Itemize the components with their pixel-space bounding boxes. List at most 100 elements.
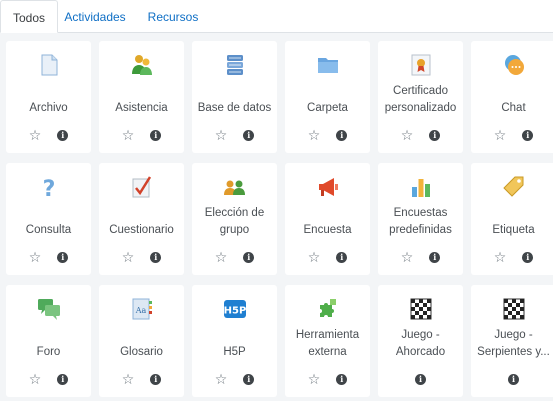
module-card-chat[interactable]: Chat ☆ i <box>471 41 553 153</box>
star-icon[interactable]: ☆ <box>494 127 507 143</box>
module-label: Glosario <box>120 346 163 358</box>
info-icon[interactable]: i <box>336 373 348 385</box>
info-icon[interactable]: i <box>57 373 69 385</box>
star-icon[interactable]: ☆ <box>401 127 414 143</box>
module-label: Asistencia <box>115 102 168 114</box>
module-card-cuestionario[interactable]: Cuestionario ☆ i <box>99 163 184 275</box>
module-card-consulta[interactable]: ? Consulta ☆ i <box>6 163 91 275</box>
info-icon[interactable]: i <box>150 129 162 141</box>
star-icon[interactable]: ☆ <box>215 249 228 265</box>
star-icon[interactable]: ☆ <box>122 249 135 265</box>
module-label: Certificado personalizado <box>384 85 457 114</box>
module-label: Cuestionario <box>109 224 174 236</box>
module-actions: ☆ i <box>285 371 370 387</box>
info-icon[interactable]: i <box>429 129 441 141</box>
module-card-foro[interactable]: Foro ☆ i <box>6 285 91 397</box>
info-icon[interactable]: i <box>415 373 426 385</box>
tab-recursos[interactable]: Recursos <box>140 0 206 33</box>
info-icon[interactable]: i <box>150 251 162 263</box>
module-card-juego-ahorcado[interactable]: Juego - Ahorcado i <box>378 285 463 397</box>
module-card-encuestas-predefinidas[interactable]: Encuestas predefinidas ☆ i <box>378 163 463 275</box>
quiz-icon <box>130 175 154 199</box>
module-label: Consulta <box>25 224 72 236</box>
module-card-carpeta[interactable]: Carpeta ☆ i <box>285 41 370 153</box>
module-card-base-de-datos[interactable]: Base de datos ☆ i <box>192 41 277 153</box>
module-actions: ☆ i <box>378 249 463 265</box>
h5p-icon: H5P <box>223 297 247 321</box>
module-actions: ☆ i <box>471 127 553 143</box>
module-actions: ☆ i <box>192 249 277 265</box>
attendance-icon <box>130 53 154 77</box>
svg-text:H5P: H5P <box>223 306 246 317</box>
checkerboard-icon <box>409 297 433 321</box>
module-card-certificado-personalizado[interactable]: Certificado personalizado ☆ i <box>378 41 463 153</box>
info-icon[interactable]: i <box>336 251 348 263</box>
module-actions: ☆ i <box>285 127 370 143</box>
module-card-asistencia[interactable]: Asistencia ☆ i <box>99 41 184 153</box>
module-label: Etiqueta <box>492 224 535 236</box>
module-card-archivo[interactable]: Archivo ☆ i <box>6 41 91 153</box>
star-icon[interactable]: ☆ <box>122 127 135 143</box>
module-card-h5p[interactable]: H5P H5P ☆ i <box>192 285 277 397</box>
module-actions: ☆ i <box>6 371 91 387</box>
star-icon[interactable]: ☆ <box>29 127 42 143</box>
info-icon[interactable]: i <box>508 373 519 385</box>
certificate-icon <box>409 53 433 77</box>
module-label: Encuesta <box>303 224 352 236</box>
activity-chooser-grid: Archivo ☆ i Asistencia ☆ i Base de datos ☆ i Carp… <box>0 33 553 401</box>
star-icon[interactable]: ☆ <box>29 249 42 265</box>
info-icon[interactable]: i <box>243 373 255 385</box>
module-card-etiqueta[interactable]: Etiqueta ☆ i <box>471 163 553 275</box>
info-icon[interactable]: i <box>243 129 255 141</box>
module-actions: ☆ i <box>99 249 184 265</box>
module-actions: ☆ i <box>99 371 184 387</box>
star-icon[interactable]: ☆ <box>215 371 228 387</box>
info-icon[interactable]: i <box>243 251 255 263</box>
megaphone-icon <box>316 175 340 199</box>
info-icon[interactable]: i <box>57 251 69 263</box>
module-label: Encuestas predefinidas <box>389 207 452 236</box>
info-icon[interactable]: i <box>150 373 162 385</box>
module-label: Juego - Serpientes y... <box>477 329 550 358</box>
module-card-juego-serpientes-y[interactable]: Juego - Serpientes y... i <box>471 285 553 397</box>
forum-icon <box>37 297 61 321</box>
module-label: Archivo <box>29 102 68 114</box>
info-icon[interactable]: i <box>57 129 69 141</box>
tab-bar: Todos Actividades Recursos <box>0 0 553 33</box>
info-icon[interactable]: i <box>522 251 534 263</box>
star-icon[interactable]: ☆ <box>215 127 228 143</box>
tab-todos[interactable]: Todos <box>0 0 58 33</box>
info-icon[interactable]: i <box>522 129 534 141</box>
module-label: H5P <box>223 346 246 358</box>
module-actions: ☆ i <box>378 127 463 143</box>
info-icon[interactable]: i <box>336 129 348 141</box>
star-icon[interactable]: ☆ <box>401 249 414 265</box>
group-choice-icon <box>223 175 247 199</box>
module-actions: ☆ i <box>471 249 553 265</box>
module-card-eleccion-de-grupo[interactable]: Elección de grupo ☆ i <box>192 163 277 275</box>
module-actions: i <box>471 371 553 387</box>
module-actions: ☆ i <box>6 249 91 265</box>
module-label: Elección de grupo <box>204 207 265 236</box>
bar-chart-icon <box>409 175 433 199</box>
star-icon[interactable]: ☆ <box>308 249 321 265</box>
star-icon[interactable]: ☆ <box>122 371 135 387</box>
module-label: Carpeta <box>307 102 348 114</box>
module-card-encuesta[interactable]: Encuesta ☆ i <box>285 163 370 275</box>
info-icon[interactable]: i <box>429 251 441 263</box>
module-label: Foro <box>36 346 61 358</box>
module-card-herramienta-externa[interactable]: Herramienta externa ☆ i <box>285 285 370 397</box>
puzzle-icon <box>316 297 340 321</box>
module-actions: ☆ i <box>192 127 277 143</box>
star-icon[interactable]: ☆ <box>308 127 321 143</box>
module-actions: ☆ i <box>192 371 277 387</box>
svg-text:?: ? <box>42 177 55 199</box>
module-actions: i <box>378 371 463 387</box>
tab-actividades[interactable]: Actividades <box>60 0 130 33</box>
module-label: Base de datos <box>197 102 272 114</box>
star-icon[interactable]: ☆ <box>308 371 321 387</box>
star-icon[interactable]: ☆ <box>29 371 42 387</box>
module-label: Chat <box>501 102 526 114</box>
star-icon[interactable]: ☆ <box>494 249 507 265</box>
module-card-glosario[interactable]: Aa Glosario ☆ i <box>99 285 184 397</box>
